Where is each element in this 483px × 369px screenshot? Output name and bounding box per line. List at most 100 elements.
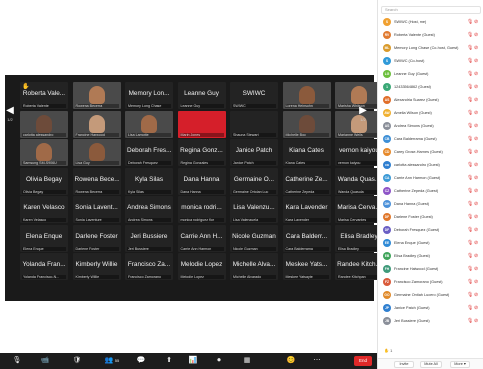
participant-row[interactable]: AW Amelia Wilson (Guest) 🎙 ⊘ [380,108,482,119]
participant-row[interactable]: AS Andrea Simons (Guest) 🎙 ⊘ [380,121,482,132]
raised-hand-icon: ✋ [22,84,30,90]
participant-row[interactable]: FZ Francisco Zamorano (Guest) 🎙 ⊘ [380,277,482,288]
participant-tile[interactable]: Regina Gonz... Regina Gonzales [177,139,226,166]
participant-tile[interactable]: Samsung SM-S906U [20,139,68,166]
tile-name-label: Germaine Ortolan Luc [232,189,276,194]
participant-tile[interactable]: ✋ Roberta Vale... Roberta Valente [20,82,68,109]
participant-row[interactable]: GO Germaine Ontiah Lucero (Guest) 🎙 ⊘ [380,290,482,301]
participant-tile[interactable]: Melodie Lopez Melodie Lopez [177,253,226,280]
participant-tile[interactable]: Kyla Silas Kyla Silas [125,167,173,195]
invite-button[interactable]: Invite [394,361,414,368]
participant-row[interactable]: JB Jeri Bussiere (Guest) 🎙 ⊘ [380,316,482,327]
end-meeting-button[interactable]: End [354,356,372,366]
participant-tile[interactable]: Wanda Quas... Wanda Quasula [335,167,383,195]
chat-icon[interactable]: 💬 [130,355,152,367]
participant-row[interactable]: DF Darlene Foster (Guest) 🎙 ⊘ [380,212,482,223]
participant-tile[interactable]: Meskee Yats... Meskee Yatsayte [282,253,331,280]
tile-display-name: Sonia Lavent... [75,204,118,211]
participant-row[interactable]: EE Elena Enque (Guest) 🎙 ⊘ [380,238,482,249]
participant-tile[interactable]: Lisa Guy [72,139,121,166]
participant-tile[interactable]: Yolanda Fran... Yolanda Francisco-N... [20,253,68,280]
participant-tile[interactable]: Leanne Guy Leanne Guy [177,82,226,109]
participant-tile[interactable]: carlotta alessandro [20,110,68,138]
participant-tile[interactable]: monica rodri... monica rodriguez flor [177,196,226,223]
microphone-icon[interactable]: 🎙 [6,355,28,367]
participant-tile[interactable]: Marisa Cerva... Marisa Cervantes [335,196,383,223]
camera-off-icon: ⊘ [474,188,479,194]
participant-tile[interactable]: Sonia Lavent... Sonia Laventure [72,196,121,223]
participant-tile[interactable]: Randee Kitch... Randee Kitchpan [335,253,383,280]
participant-tile[interactable]: Jeri Bussiere Jeri Bussiere [125,224,173,252]
participant-row[interactable]: ML Memory Long Chase (Co-host, Guest) 🎙 ⊘ [380,43,482,54]
participant-tile[interactable]: Michelle Alva... Michelle Alvarado [230,253,278,280]
participant-tile[interactable]: vernon kaiyou vernon kaiyou [335,139,383,166]
participant-tile[interactable]: SWIWC SWIWC [230,82,278,109]
participant-search-input[interactable]: Search [381,6,481,14]
participant-row[interactable]: 1 12433564862 (Guest) 🎙 ⊘ [380,82,482,93]
previous-page-button[interactable]: ◀ 1/2 [3,105,17,131]
participant-tile[interactable]: Kara Lavender Kara Lavender [282,196,331,223]
tile-display-name: Kyla Silas [134,175,164,183]
participant-row[interactable]: CA Carrie Ann Harmon (Guest) 🎙 ⊘ [380,173,482,184]
participant-row[interactable]: CB Cara Balderrama (Guest) 🎙 ⊘ [380,134,482,145]
reactions-icon[interactable]: 😊 [280,355,302,367]
participant-row[interactable]: S SWIWC (Host, me) 🎙 ⊘ [380,17,482,28]
participant-row[interactable]: RV Roberta Valente (Guest) 🎙 ⊘ [380,30,482,41]
participant-tile[interactable]: Kimberly Willie Kimberly Willie [72,253,121,280]
participant-tile[interactable]: Francisco Za... Francisco Zamorano [125,253,173,280]
participant-tile[interactable]: Germaine O... Germaine Ortolan Luc [230,167,278,195]
participant-tile[interactable]: Lorena Heinsohn [282,82,331,109]
participant-tile[interactable]: Marin Jones [177,110,226,138]
record-icon[interactable]: ⏺ [208,355,230,367]
participant-tile[interactable]: Darlene Foster Darlene Foster [72,224,121,252]
participant-tile[interactable]: Rowena Becerra [72,82,121,109]
participant-tile[interactable]: Kiana Cates Kiana Cates [282,139,331,166]
participant-name: Elena Enque (Guest) [394,241,430,245]
participant-tile[interactable]: Francine Harwood [72,110,121,138]
participant-row[interactable]: LG Leanne Guy (Guest) 🎙 ⊘ [380,69,482,80]
video-camera-icon[interactable]: 📹 [34,355,56,367]
participant-tile[interactable]: Olivia Begay Olivia Begay [20,167,68,195]
participant-tile[interactable]: Andrea Simons Andrea Simons [125,196,173,223]
participant-row[interactable]: FH Francine Halwood (Guest) 🎙 ⊘ [380,264,482,275]
participant-row[interactable]: ca carlotta alessandro (Guest) 🎙 ⊘ [380,160,482,171]
participant-tile[interactable]: Shauna Stewart [230,110,278,138]
participant-tile[interactable]: Memory Lon... Memory Long Chase [125,82,173,109]
participant-tile[interactable]: Elisa Bradley Elisa Bradley [335,224,383,252]
more-options-button[interactable]: More ▾ [450,361,470,368]
participant-row[interactable]: AS Alexandria Suarez (Guest) 🎙 ⊘ [380,95,482,106]
participant-row[interactable]: EB Elisa Bradley (Guest) 🎙 ⊘ [380,251,482,262]
participant-row[interactable]: DF Deborah Fresquez (Guest) 🎙 ⊘ [380,225,482,236]
share-screen-icon[interactable]: ⬆ [158,355,180,367]
mute-all-button[interactable]: Mute All [420,361,442,368]
more-icon[interactable]: ⋯ [306,355,328,367]
participant-tile[interactable]: Nicole Guzman Nicole Guzman [230,224,278,252]
participant-tile[interactable]: Lisa Valenzu... Lisa Valenzuela [230,196,278,223]
participant-tile[interactable]: Elena Enque Elena Enque [20,224,68,252]
participant-tile[interactable]: Janice Patch Janice Patch [230,139,278,166]
tile-display-name: Rowena Bece... [74,175,119,183]
participant-row[interactable]: DH Dana Hanna (Guest) 🎙 ⊘ [380,199,482,210]
next-page-button[interactable]: ▶ 1/2 [356,105,370,131]
participant-row[interactable]: CD Carey Grose-Harnes (Guest) 🎙 ⊘ [380,147,482,158]
participant-count: 55 [114,358,120,363]
participant-row[interactable]: CZ Catherine Zepeda (Guest) 🎙 ⊘ [380,186,482,197]
chevron-left-icon: ◀ [6,105,14,116]
breakout-rooms-icon[interactable]: ▦ [236,355,258,367]
participant-tile[interactable]: Rowena Bece... Rowena Becerra [72,167,121,195]
participant-row[interactable]: JP Janice Patch (Guest) 🎙 ⊘ [380,303,482,314]
participant-tile[interactable]: Michelle Boc [282,110,331,138]
tile-name-label: Marin Jones [179,132,224,137]
security-shield-icon[interactable]: 🛡 [66,355,88,367]
polls-icon[interactable]: 📊 [182,355,204,367]
participant-tile[interactable]: Karen Velasco Karen Velasco [20,196,68,223]
participant-tile[interactable]: Cara Balderr... Cara Balderrama [282,224,331,252]
muted-microphone-icon: 🎙 [467,110,474,116]
participant-tile[interactable]: Carrie Ann H... Carrie Ann Harmon [177,224,226,252]
participant-tile[interactable]: Dana Hanna Dana Hanna [177,167,226,195]
participant-tile[interactable]: Lisa Lamotte [125,110,173,138]
participant-tile[interactable]: Deborah Fres... Deborah Fresquez [125,139,173,166]
avatar: CB [383,135,391,143]
participant-row[interactable]: S SWIWC (Co-host) 🎙 ⊘ [380,56,482,67]
participant-tile[interactable]: Catherine Ze... Catherine Zepeda [282,167,331,195]
